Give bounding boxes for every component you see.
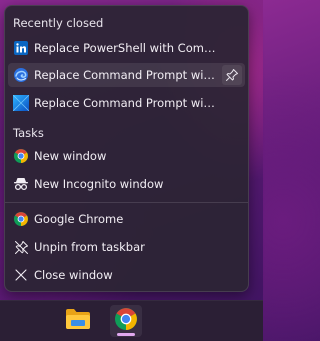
recent-item-label: Replace PowerShell with Comma... [34,41,218,55]
active-app-indicator [117,333,135,336]
recent-item-powershell[interactable]: Replace PowerShell with Comma... [8,36,245,60]
edge-swirl-icon [13,67,29,83]
recent-item-label: Replace Command Prompt with ... [34,68,218,82]
app-label: Close window [34,268,113,282]
unpin-from-taskbar[interactable]: Unpin from taskbar [8,235,245,259]
unpin-icon [13,239,29,255]
folder-icon [65,308,91,334]
incognito-icon [13,176,29,192]
app-label: Google Chrome [34,212,124,226]
recent-item-command-prompt-1[interactable]: Replace Command Prompt with ... [8,63,245,87]
app-label: Unpin from taskbar [34,240,145,254]
taskbar [0,300,263,341]
chrome-icon [13,211,29,227]
taskbar-file-explorer[interactable] [62,305,94,337]
recent-item-label: Replace Command Prompt with ... [34,96,218,110]
windows-logo-icon [13,95,29,111]
app-google-chrome[interactable]: Google Chrome [8,207,245,231]
chrome-icon [115,308,137,334]
task-label: New window [34,149,107,163]
task-new-window[interactable]: New window [8,144,245,168]
recent-item-command-prompt-2[interactable]: Replace Command Prompt with ... [8,91,245,115]
jump-list-menu: Recently closed Replace PowerShell with … [4,5,249,292]
linkedin-icon [13,40,29,56]
close-window[interactable]: Close window [8,263,245,287]
task-new-incognito-window[interactable]: New Incognito window [8,172,245,196]
taskbar-google-chrome[interactable] [110,305,142,337]
menu-divider [5,202,248,203]
task-label: New Incognito window [34,177,164,191]
recently-closed-header: Recently closed [13,16,104,30]
tasks-header: Tasks [13,126,44,140]
close-icon [13,267,29,283]
pin-icon[interactable] [222,65,242,85]
chrome-icon [13,148,29,164]
